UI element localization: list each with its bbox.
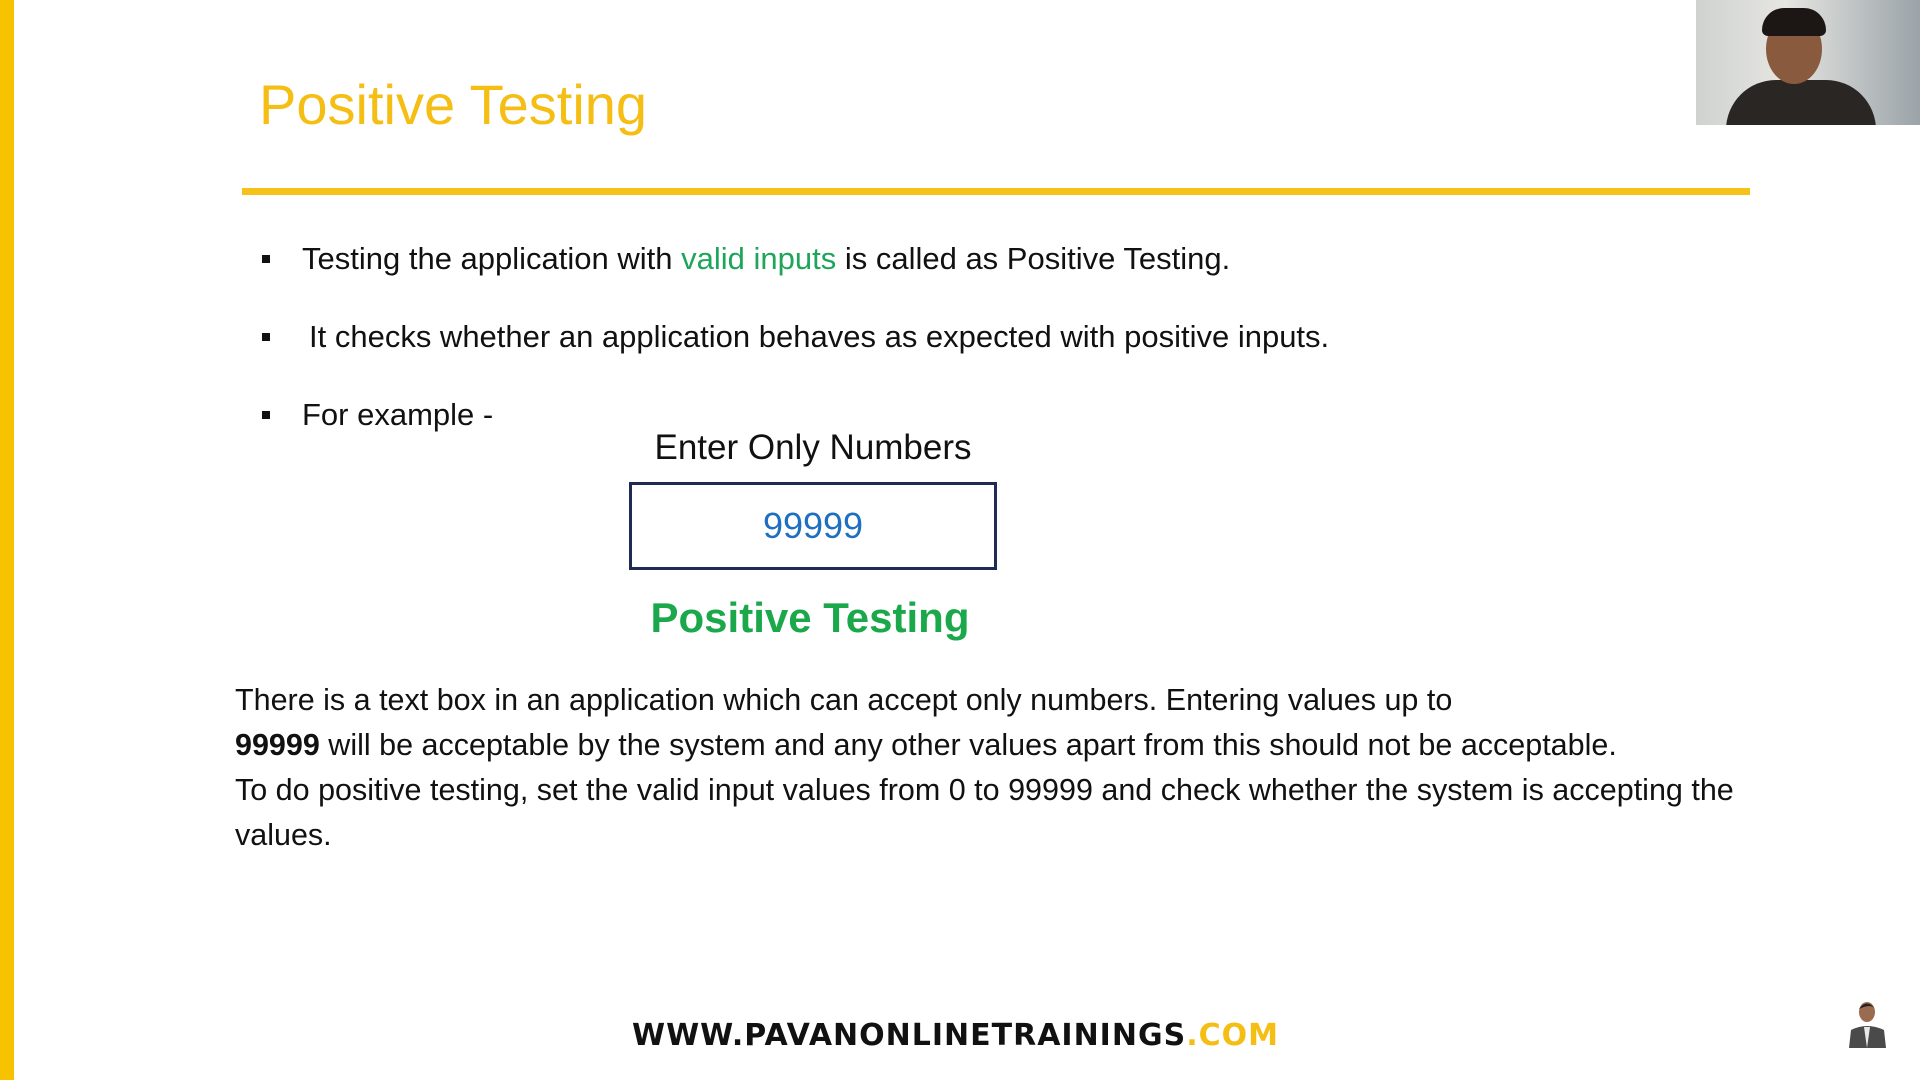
bullet-1: Testing the application with valid input…	[262, 241, 1230, 277]
paragraph-line-1: There is a text box in an application wh…	[235, 683, 1453, 717]
slide-title: Positive Testing	[259, 73, 648, 136]
slide-left-accent-bar	[0, 0, 14, 1080]
highlight-valid-inputs: valid inputs	[681, 241, 837, 276]
bullet-3: For example -	[262, 397, 493, 433]
footer-website: WWW.PAVANONLINETRAININGS.COM	[632, 1018, 1279, 1053]
bullet-2: It checks whether an application behaves…	[262, 319, 1329, 355]
bullet-text: is called as Positive Testing.	[836, 241, 1231, 276]
footer-tld: .COM	[1186, 1018, 1279, 1053]
example-input-label: Enter Only Numbers	[654, 428, 972, 467]
title-divider	[242, 188, 1750, 195]
bullet-1-text: Testing the application with valid input…	[302, 241, 1230, 277]
explanation-paragraph: There is a text box in an application wh…	[235, 678, 1735, 858]
bullet-3-text: For example -	[302, 397, 494, 432]
presenter-hair	[1762, 8, 1826, 36]
presenter-webcam	[1696, 0, 1920, 125]
bullet-text: Testing the application with	[302, 241, 682, 276]
paragraph-line-3: To do positive testing, set the valid in…	[235, 773, 1734, 852]
bullet-icon	[262, 255, 270, 263]
paragraph-line-2: will be acceptable by the system and any…	[319, 728, 1617, 762]
paragraph-bold-value: 99999	[235, 728, 320, 762]
bullet-icon	[262, 411, 270, 419]
presenter-avatar-icon	[1845, 994, 1890, 1048]
bullet-2-text: It checks whether an application behaves…	[309, 319, 1330, 354]
example-input-value: 99999	[762, 505, 864, 546]
example-number-input: 99999	[629, 482, 997, 570]
bullet-icon	[262, 333, 270, 341]
presenter-body	[1726, 80, 1876, 125]
example-caption: Positive Testing	[650, 594, 970, 641]
footer-domain: WWW.PAVANONLINETRAININGS	[632, 1018, 1187, 1053]
